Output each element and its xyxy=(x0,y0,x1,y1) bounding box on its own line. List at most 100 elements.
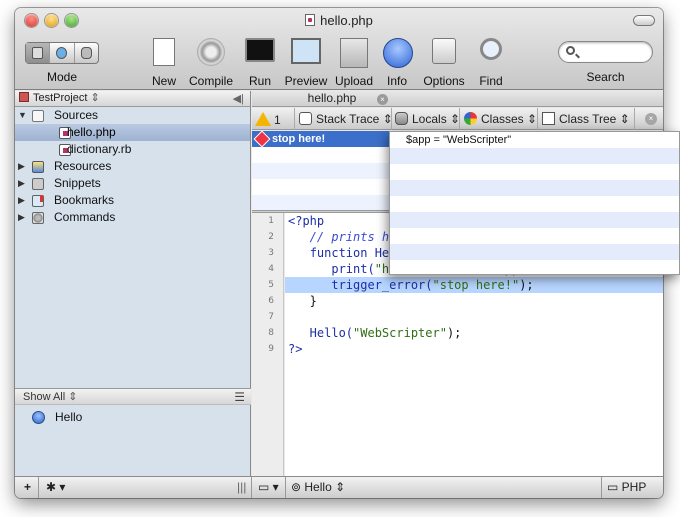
classes-selector[interactable]: Classes ⇕ xyxy=(464,112,537,126)
locals-row[interactable]: $app = "WebScripter" xyxy=(390,132,679,148)
line-number: 7 xyxy=(268,312,274,322)
code-line[interactable]: trigger_error("stop here!"); xyxy=(285,277,663,293)
find-label: Find xyxy=(479,74,503,88)
php-file-icon xyxy=(305,14,316,26)
cmd-icon xyxy=(32,212,44,224)
tree-item-commands[interactable]: ▶ Commands xyxy=(15,209,250,226)
class-tree-selector[interactable]: Class Tree ⇕ xyxy=(542,112,630,126)
mode-label: Mode xyxy=(46,70,78,84)
window-title: hello.php xyxy=(15,13,663,28)
search-icon xyxy=(566,46,575,55)
collapse-sidebar-icon[interactable]: ◀| xyxy=(233,92,244,107)
add-button[interactable]: + xyxy=(24,480,31,494)
tab-hello-php[interactable]: hello.php xyxy=(252,91,412,107)
find-toolbar-button[interactable]: Find xyxy=(472,38,510,88)
line-number-gutter: 1 2 3 4 5 6 7 8 9 xyxy=(252,213,284,476)
tree-item-label: hello.php xyxy=(67,125,116,139)
tree-item-bookmarks[interactable]: ▶ Bookmarks xyxy=(15,192,250,209)
preview-toolbar-button[interactable]: Preview xyxy=(283,38,329,88)
book-icon xyxy=(32,195,44,207)
project-tree: ▼ Sources hello.php dictionary.rb ▶ Resources… xyxy=(15,107,250,226)
line-number: 3 xyxy=(268,248,274,258)
new-toolbar-button[interactable]: New xyxy=(145,38,183,88)
project-selector[interactable]: TestProject ⇕ ◀| xyxy=(15,91,250,107)
toolbar-toggle-button[interactable] xyxy=(633,15,655,26)
locals-row[interactable] xyxy=(390,164,679,180)
tree-item-sources[interactable]: ▼ Sources xyxy=(15,107,250,124)
new-document-icon xyxy=(148,38,180,68)
tree-item-label: Commands xyxy=(54,210,116,224)
switch-icon xyxy=(428,38,460,68)
upload-label: Upload xyxy=(334,74,374,88)
symbol-list-item[interactable]: Hello xyxy=(15,408,251,426)
tree-item-label: dictionary.rb xyxy=(67,142,132,156)
info-toolbar-button[interactable]: Info xyxy=(382,38,414,88)
code-line[interactable]: Hello("WebScripter"); xyxy=(285,325,663,341)
close-debugger-icon[interactable]: × xyxy=(645,113,657,125)
tab-close-icon[interactable]: × xyxy=(377,94,388,105)
info-icon xyxy=(382,38,414,68)
monitor-search-icon xyxy=(290,38,322,68)
upload-toolbar-button[interactable]: Upload xyxy=(332,38,376,88)
show-all-selector[interactable]: Show All ⇕ ☰ xyxy=(15,388,251,405)
line-number: 4 xyxy=(268,264,274,274)
res-icon xyxy=(32,161,44,173)
mode-segmented-control[interactable] xyxy=(25,42,99,64)
line-number: 8 xyxy=(268,328,274,338)
document-menu-button[interactable]: ▭ ▾ xyxy=(258,480,279,494)
tree-item-label: Sources xyxy=(54,108,99,122)
tree-item-hello-php[interactable]: hello.php xyxy=(15,124,250,141)
locals-popover: $app = "WebScripter" xyxy=(389,131,680,275)
code-line[interactable]: ?> xyxy=(285,341,663,357)
tree-item-snippets[interactable]: ▶ Snippets xyxy=(15,175,250,192)
folder-icon xyxy=(32,110,44,122)
locals-row[interactable] xyxy=(390,244,679,260)
locals-selector[interactable]: Locals ⇕ xyxy=(395,112,460,126)
locals-row[interactable] xyxy=(390,260,679,276)
tree-item-dictionary-rb[interactable]: dictionary.rb xyxy=(15,141,250,158)
disclosure-triangle-icon[interactable]: ▶ xyxy=(18,158,25,175)
locals-row[interactable] xyxy=(390,228,679,244)
symbol-label: Hello xyxy=(55,410,83,424)
language-indicator[interactable]: ▭ PHP xyxy=(607,480,646,494)
list-options-icon[interactable]: ☰ xyxy=(234,389,245,405)
line-number: 6 xyxy=(268,296,274,306)
stack-trace-selector[interactable]: Stack Trace ⇕ xyxy=(299,112,393,126)
run-toolbar-button[interactable]: Run xyxy=(242,38,278,88)
function-menu[interactable]: ⊚ Hello ⇕ xyxy=(291,480,345,494)
tree-item-resources[interactable]: ▶ Resources xyxy=(15,158,250,175)
gear-icon xyxy=(195,38,227,68)
tree-item-label: Bookmarks xyxy=(54,193,115,207)
editor-tab-bar: hello.php × xyxy=(252,91,663,107)
options-toolbar-button[interactable]: Options xyxy=(419,38,469,88)
code-line[interactable] xyxy=(285,309,663,325)
locals-row[interactable] xyxy=(390,148,679,164)
action-menu-button[interactable]: ✱ ▾ xyxy=(46,480,65,494)
line-number: 1 xyxy=(268,216,274,226)
mode-database-icon[interactable] xyxy=(75,43,98,63)
preview-label: Preview xyxy=(284,74,328,88)
toolbar: hello.php Mode New Compile Run Preview Uploa… xyxy=(15,8,663,90)
disclosure-triangle-icon[interactable]: ▶ xyxy=(18,192,25,209)
new-label: New xyxy=(151,74,176,88)
line-number: 9 xyxy=(268,344,274,354)
locals-row[interactable] xyxy=(390,180,679,196)
compile-toolbar-button[interactable]: Compile xyxy=(183,38,239,88)
compile-label: Compile xyxy=(188,74,233,88)
disclosure-triangle-icon[interactable]: ▼ xyxy=(18,107,27,124)
locals-row[interactable] xyxy=(390,196,679,212)
classes-icon xyxy=(464,112,477,125)
disclosure-triangle-icon[interactable]: ▶ xyxy=(18,209,25,226)
resize-handle[interactable]: ||| xyxy=(237,480,246,494)
locals-row[interactable] xyxy=(390,212,679,228)
upload-icon xyxy=(338,38,370,68)
disclosure-triangle-icon[interactable]: ▶ xyxy=(18,175,25,192)
search-input[interactable] xyxy=(558,41,653,63)
line-number: 5 xyxy=(268,280,274,290)
mode-globe-icon[interactable] xyxy=(50,43,75,63)
warning-count[interactable]: 1 xyxy=(255,112,281,127)
magnifier-icon xyxy=(475,38,507,68)
code-line[interactable]: } xyxy=(285,293,663,309)
mode-device-icon[interactable] xyxy=(26,43,51,63)
options-label: Options xyxy=(423,74,465,88)
